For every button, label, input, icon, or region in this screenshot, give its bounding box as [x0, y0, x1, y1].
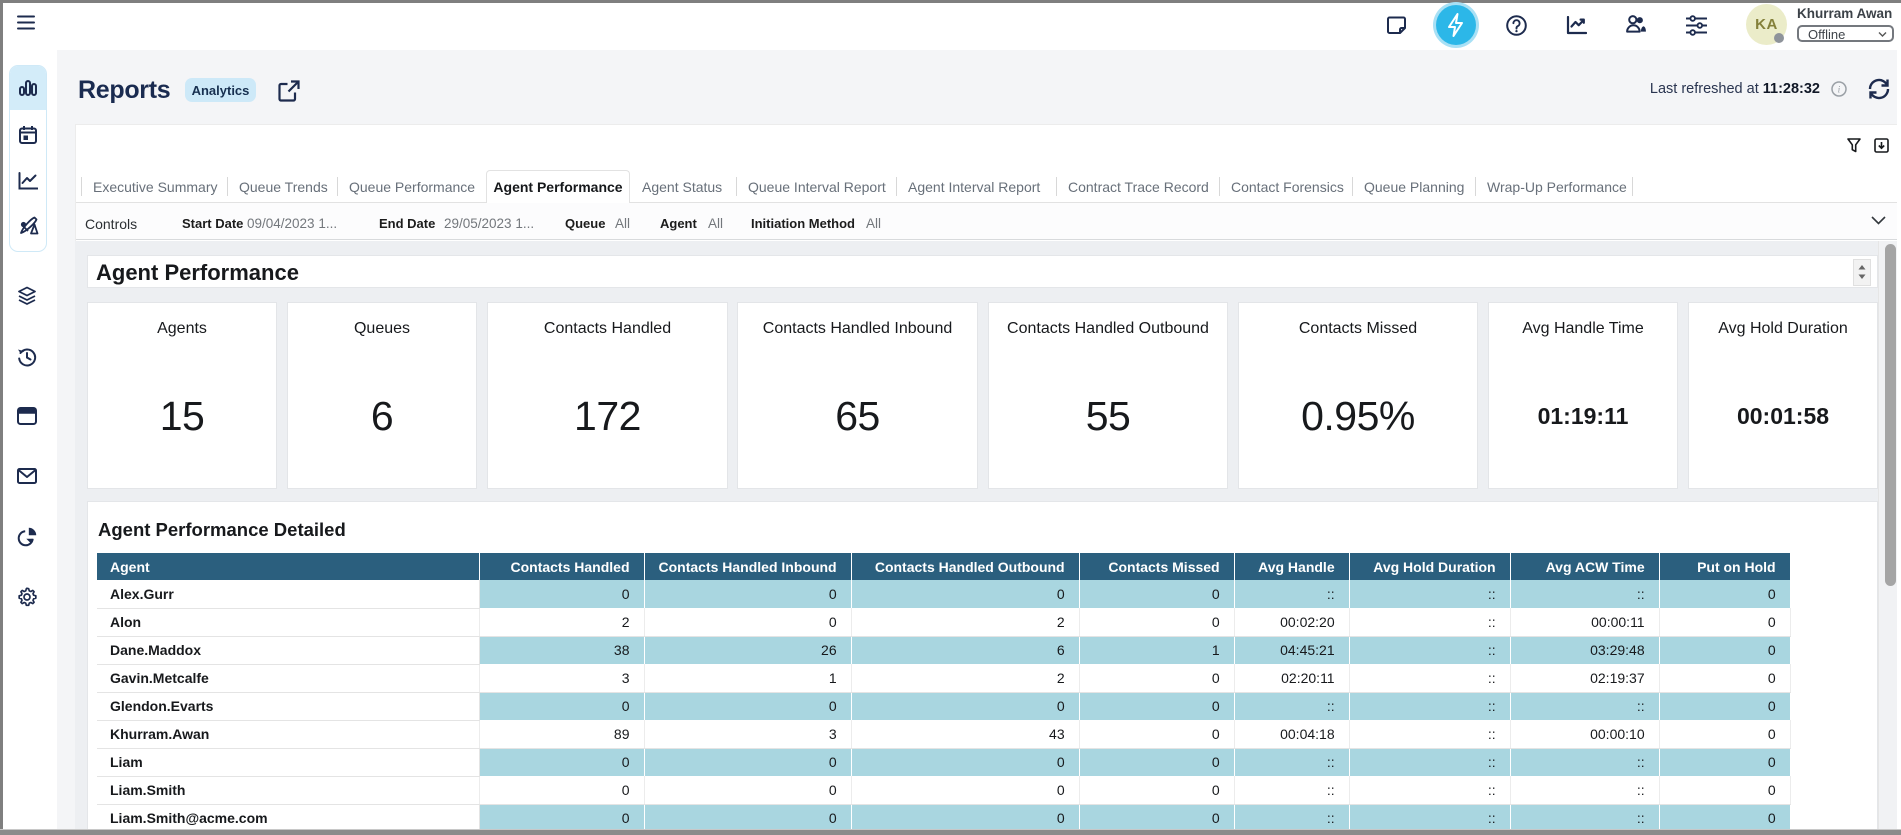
svg-text:i: i	[1838, 86, 1841, 96]
